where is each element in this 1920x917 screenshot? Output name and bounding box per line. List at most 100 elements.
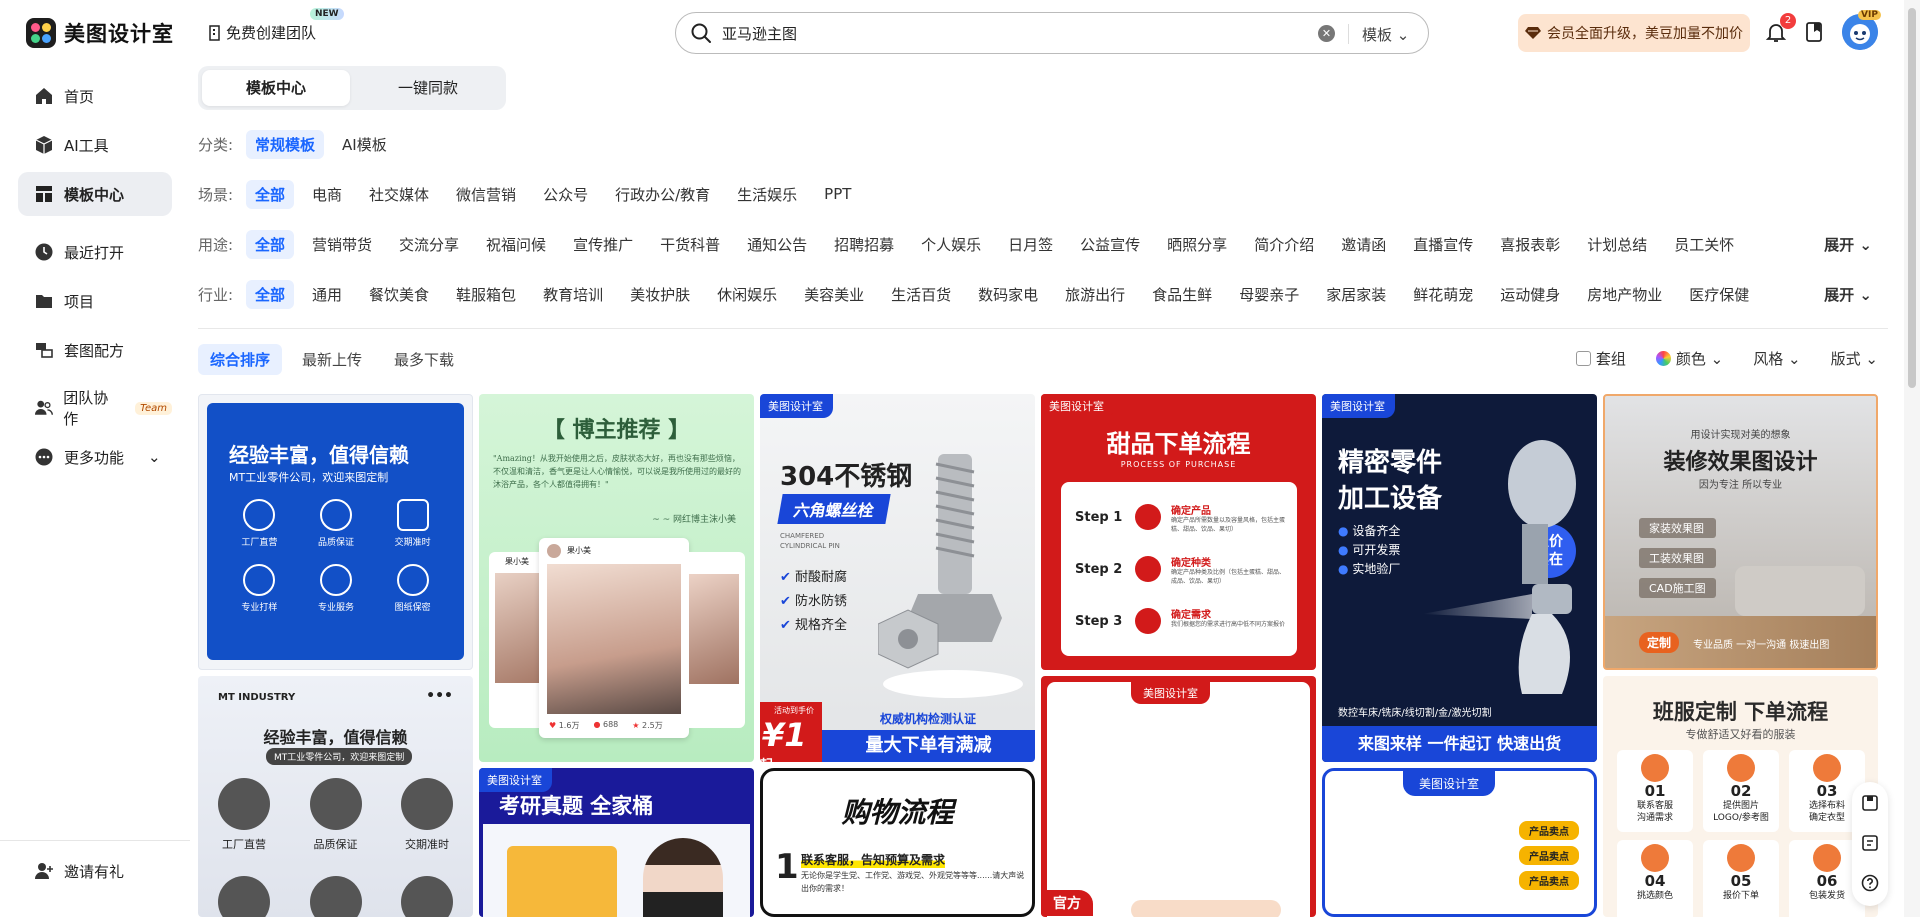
- card-sub: CHAMFERED: [780, 532, 825, 540]
- sidebar-item-ai-tools[interactable]: AI工具: [18, 123, 172, 167]
- sidebar-item-home[interactable]: 首页: [18, 74, 172, 118]
- bottom-pill: [1131, 900, 1281, 917]
- chip-scene[interactable]: 公众号: [534, 180, 597, 209]
- chip-scene[interactable]: 社交媒体: [360, 180, 438, 209]
- chip-industry[interactable]: 鞋服箱包: [447, 280, 525, 309]
- chip-usage[interactable]: 干货科普: [651, 230, 729, 259]
- chip-usage[interactable]: 计划总结: [1578, 230, 1656, 259]
- template-card[interactable]: 【 博主推荐 】 "Amazing！从我开始使用之后，皮肤状态大好，再也没有那些…: [479, 394, 754, 762]
- chip-industry[interactable]: 医疗保健: [1680, 280, 1758, 309]
- tab-one-click-same[interactable]: 一键同款: [354, 70, 502, 106]
- chip-usage[interactable]: 交流分享: [390, 230, 468, 259]
- expand-industry-button[interactable]: 展开 ⌄: [1824, 284, 1872, 305]
- chip-usage[interactable]: 员工关怀: [1665, 230, 1743, 259]
- template-card[interactable]: 美图设计室 官方: [1041, 676, 1316, 917]
- search-type-select[interactable]: 模板 ⌄: [1362, 24, 1409, 45]
- chip-category[interactable]: AI模板: [333, 130, 396, 159]
- sidebar-item-templates[interactable]: 模板中心: [18, 172, 172, 216]
- template-card[interactable]: 班服定制 下单流程 专做舒适又好看的服装 01 联系客服 沟通需求 02 提供图片 …: [1603, 676, 1878, 917]
- template-card[interactable]: 购物流程 1 联系客服，告知预算及需求 无论你是学生党、工作党、游戏党、外观党等…: [760, 768, 1035, 917]
- chip-usage[interactable]: 简介介绍: [1245, 230, 1323, 259]
- create-team-button[interactable]: 免费创建团队: [208, 22, 316, 43]
- chip-industry[interactable]: 美容美业: [795, 280, 873, 309]
- scroll-thumb[interactable]: [1908, 8, 1916, 388]
- chip-usage[interactable]: 直播宣传: [1404, 230, 1482, 259]
- scrollbar[interactable]: [1904, 0, 1920, 917]
- chip-usage[interactable]: 招聘招募: [825, 230, 903, 259]
- chip-scene[interactable]: 全部: [246, 179, 295, 209]
- sidebar-item-recipes[interactable]: 套图配方: [18, 328, 172, 372]
- template-card[interactable]: 美图设计室 精密零件 加工设备 ● 设备齐全 ● 可开发票 ● 实地验厂 报价 …: [1322, 394, 1597, 762]
- chip-industry[interactable]: 房地产物业: [1578, 280, 1671, 309]
- chip-industry[interactable]: 数码家电: [969, 280, 1047, 309]
- chip-industry[interactable]: 全部: [246, 279, 295, 309]
- chip-usage[interactable]: 个人娱乐: [912, 230, 990, 259]
- stat-value: 688: [602, 720, 619, 729]
- chip-usage[interactable]: 日月签: [999, 230, 1062, 259]
- chip-scene[interactable]: PPT: [815, 181, 860, 207]
- chip-industry[interactable]: 美妆护肤: [621, 280, 699, 309]
- chip-usage[interactable]: 宣传推广: [564, 230, 642, 259]
- save-icon[interactable]: [1861, 794, 1879, 812]
- expand-usage-button[interactable]: 展开 ⌄: [1824, 234, 1872, 255]
- chip-industry[interactable]: 餐饮美食: [360, 280, 438, 309]
- template-card[interactable]: 美图设计室 304不锈钢 六角螺丝栓 CHAMFERED CYLINDRICAL…: [760, 394, 1035, 762]
- chip-usage[interactable]: 全部: [246, 229, 295, 259]
- template-card[interactable]: 美图设计室 考研真题 全家桶: [479, 768, 754, 917]
- chip-industry[interactable]: 教育培训: [534, 280, 612, 309]
- sidebar-item-recent[interactable]: 最近打开: [18, 230, 172, 274]
- sidebar-item-projects[interactable]: 项目: [18, 279, 172, 323]
- chip-usage[interactable]: 公益宣传: [1071, 230, 1149, 259]
- chip-industry[interactable]: 鲜花萌宠: [1404, 280, 1482, 309]
- color-filter[interactable]: 颜色 ⌄: [1655, 348, 1723, 369]
- sort-comprehensive[interactable]: 综合排序: [198, 343, 283, 375]
- template-card[interactable]: MT INDUSTRY ••• 经验丰富，值得信赖 MT工业零件公司，欢迎来图定…: [198, 676, 473, 917]
- clock-icon: [35, 243, 53, 261]
- chip-usage[interactable]: 营销带货: [303, 230, 381, 259]
- chip-industry[interactable]: 通用: [303, 280, 351, 309]
- chip-industry[interactable]: 食品生鲜: [1143, 280, 1221, 309]
- layout-filter[interactable]: 版式 ⌄: [1831, 348, 1878, 369]
- sort-most-downloaded[interactable]: 最多下载: [382, 344, 466, 375]
- chip-industry[interactable]: 旅游出行: [1056, 280, 1134, 309]
- chip-scene[interactable]: 电商: [303, 180, 351, 209]
- search-bar[interactable]: ✕ 模板 ⌄: [675, 12, 1429, 54]
- template-card[interactable]: 经验丰富，值得信赖 MT工业零件公司，欢迎来图定制 工厂直营 品质保证 交期准时…: [198, 394, 473, 670]
- check-label: 耐酸耐腐: [795, 570, 848, 585]
- chip-scene[interactable]: 微信营销: [447, 180, 525, 209]
- vip-upgrade-banner[interactable]: 会员全面升级，美豆加量不加价: [1518, 14, 1750, 52]
- chip-category[interactable]: 常规模板: [246, 129, 325, 159]
- sidebar-item-invite[interactable]: 邀请有礼: [18, 849, 172, 893]
- chip-scene[interactable]: 行政办公/教育: [606, 180, 719, 209]
- clear-icon[interactable]: ✕: [1318, 25, 1335, 42]
- sidebar-item-team[interactable]: 团队协作 Team: [18, 386, 172, 430]
- chip-usage[interactable]: 喜报表彰: [1491, 230, 1569, 259]
- search-input[interactable]: [722, 24, 1302, 42]
- help-icon[interactable]: [1861, 874, 1879, 892]
- brand-name: 美图设计室: [64, 22, 174, 46]
- chip-industry[interactable]: 家居家装: [1317, 280, 1395, 309]
- chip-usage[interactable]: 通知公告: [738, 230, 816, 259]
- template-card[interactable]: 用设计实现对美的想象 装修效果图设计 因为专注 所以专业 家装效果图 工装效果图…: [1603, 394, 1878, 670]
- sort-newest[interactable]: 最新上传: [290, 344, 374, 375]
- template-card[interactable]: 美图设计室 甜品下单流程 PROCESS OF PURCHASE Step 1 …: [1041, 394, 1316, 670]
- brand-logo[interactable]: 美图设计室: [26, 18, 174, 48]
- filter-row-usage: 用途: 全部 营销带货 交流分享 祝福问候 宣传推广 干货科普 通知公告 招聘招…: [198, 229, 1898, 259]
- template-card[interactable]: 美图设计室 产品卖点 产品卖点 产品卖点: [1322, 768, 1597, 917]
- chip-usage[interactable]: 祝福问候: [477, 230, 555, 259]
- tag: CAD施工图: [1639, 578, 1716, 598]
- chip-industry[interactable]: 生活百货: [882, 280, 960, 309]
- chip-industry[interactable]: 休闲娱乐: [708, 280, 786, 309]
- chip-usage[interactable]: 晒照分享: [1158, 230, 1236, 259]
- feedback-icon[interactable]: [1861, 834, 1879, 852]
- chip-industry[interactable]: 运动健身: [1491, 280, 1569, 309]
- style-filter[interactable]: 风格 ⌄: [1753, 348, 1800, 369]
- sidebar-item-more[interactable]: 更多功能 ⌄: [18, 435, 172, 479]
- chip-usage[interactable]: 邀请函: [1332, 230, 1395, 259]
- card-title-ribbon: 六角螺丝栓: [777, 494, 891, 524]
- chip-industry[interactable]: 母婴亲子: [1230, 280, 1308, 309]
- tab-template-center[interactable]: 模板中心: [202, 70, 350, 106]
- document-icon[interactable]: [1802, 20, 1826, 44]
- set-filter-checkbox[interactable]: 套组: [1575, 348, 1626, 369]
- chip-scene[interactable]: 生活娱乐: [728, 180, 806, 209]
